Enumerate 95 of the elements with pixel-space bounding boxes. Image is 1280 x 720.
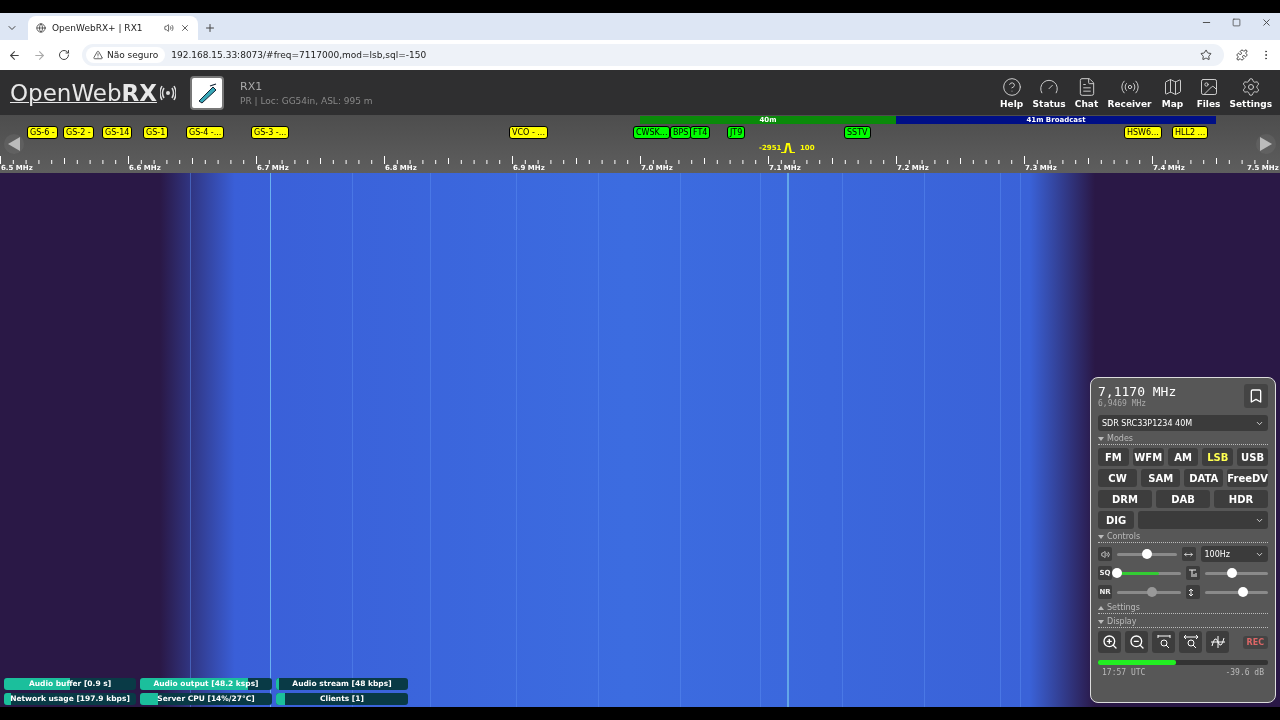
bookmark-tag[interactable]: FT4 [690,126,711,139]
bandwidth-icon [1181,547,1196,561]
zoom-band-button[interactable] [1152,631,1175,653]
site-icon [36,23,46,33]
mode-button[interactable]: SAM [1141,469,1181,487]
bookmark-tag[interactable]: GS-1 [143,126,169,139]
mode-button[interactable]: DATA [1184,469,1224,487]
mode-button[interactable]: USB [1237,448,1268,466]
bookmark-tag[interactable]: GS-2 - [63,126,94,139]
scroll-left-button[interactable] [4,134,24,154]
spectrum-button[interactable] [1206,631,1229,653]
receiver-name: RX1 [240,79,264,93]
zoom-in-icon [1101,634,1118,650]
help-icon [1001,76,1022,97]
nav-button[interactable]: Receiver [1105,76,1154,109]
zoom-out-icon [1128,634,1145,650]
profile-select[interactable]: SDR SRC33P1234 40M [1098,415,1268,431]
slider-thumb[interactable] [1112,567,1122,578]
tab-title: OpenWebRX+ | RX1 [52,23,144,33]
slider-thumb[interactable] [1227,567,1238,578]
offset-frequency: 6,9469 MHz [1098,399,1148,408]
bookmark-tag[interactable]: GS-3 -... [251,126,290,139]
new-tab-icon[interactable] [204,22,216,34]
section-title[interactable]: Modes [1098,434,1268,445]
security-label: Não seguro [107,50,159,60]
wave-icon [1209,634,1226,650]
slider-thumb[interactable] [1237,586,1248,597]
mode-button[interactable]: AM [1167,448,1199,466]
section-title[interactable]: Display [1098,617,1268,628]
bookmark-tag[interactable]: HLL2 ... [1172,126,1209,139]
reload-icon[interactable] [58,49,70,61]
map-icon [1162,76,1183,97]
extensions-icon[interactable] [1236,49,1248,61]
zoom-out-button[interactable] [1125,631,1148,653]
bandwidth-select[interactable]: 100Hz [1200,546,1268,562]
passband-icon[interactable] [781,143,795,153]
slider-thumb[interactable] [1141,548,1152,559]
warning-icon [93,50,103,60]
mode-button[interactable]: HDR [1214,490,1268,508]
bookmark-tag[interactable]: GS-14 [102,126,133,139]
star-icon[interactable] [1200,49,1212,61]
radio-waves-icon [160,83,177,102]
time-label: 17:57 UTC [1102,668,1146,677]
restore-icon[interactable] [1232,17,1241,28]
zoom-fit-button[interactable] [1179,631,1202,653]
mode-button[interactable]: WFM [1132,448,1164,466]
bookmark-icon [1248,388,1264,404]
bookmark-tag[interactable]: GS-6 - [27,126,58,139]
mode-button[interactable]: DRM [1098,490,1152,508]
mode-button[interactable]: FM [1098,448,1129,466]
bookmark-tag[interactable]: GS-4 -... [186,126,225,139]
url-text: 192.168.15.33:8073/#freq=7117000,mod=lsb,sql=-150 [171,50,427,60]
bookmark-tag[interactable]: HSW6... [1124,126,1162,139]
logo: OpenWebRX [10,79,177,106]
tune-icon [1185,566,1200,580]
mode-button[interactable]: LSB [1202,448,1234,466]
bookmark-tag[interactable]: VCO - ... [509,126,548,139]
scroll-right-button[interactable] [1256,134,1276,154]
nav-button[interactable]: Map [1155,76,1190,109]
bookmark-tag[interactable]: BPS [670,126,692,139]
agc-icon [1185,585,1200,599]
nav-button[interactable]: Status [1030,76,1068,109]
security-chip[interactable]: Não seguro [86,47,166,63]
close-icon[interactable] [1261,17,1272,28]
nav-button[interactable]: Files [1191,76,1226,109]
zoom-in-button[interactable] [1098,631,1121,653]
mode-button[interactable]: CW [1098,469,1138,487]
knife-icon [196,81,219,104]
bookmark-tag[interactable]: SSTV [844,126,871,139]
nav-button[interactable]: Chat [1069,76,1104,109]
speaker-icon[interactable] [164,23,174,33]
mode-button[interactable]: DIG [1098,511,1134,529]
bookmark-tag[interactable]: JT9 [727,126,746,139]
bookmark-button[interactable] [1244,384,1268,408]
address-field[interactable]: Não seguro 192.168.15.33:8073/#freq=7117000,mod=lsb,sql=-150 [82,44,1224,66]
settings-icon [1240,76,1261,97]
section-title[interactable]: Controls [1098,532,1268,543]
mode-button[interactable]: DAB [1156,490,1210,508]
zoom-fit-icon [1182,634,1199,650]
volume-icon [1098,547,1112,561]
close-icon[interactable] [180,23,190,33]
bookmark-tag[interactable]: CWSK... [633,126,671,139]
zoom-band-icon [1155,634,1172,650]
browser-tab[interactable]: OpenWebRX+ | RX1 [28,16,198,40]
nav-button[interactable]: Help [994,76,1029,109]
right-arrow-icon [1260,137,1272,151]
left-arrow-icon [8,137,20,151]
mode-button[interactable]: FreeDV [1227,469,1268,487]
image-icon [1198,76,1219,97]
nav-button[interactable]: Settings [1227,76,1274,109]
signal-reading: -39.6 dB [1225,668,1264,677]
frequency-display[interactable]: 7,1170 MHz [1098,384,1177,399]
back-icon[interactable] [8,48,21,62]
receiver-details: PR | Loc: GG54in, ASL: 995 m [240,95,373,106]
section-title[interactable]: Settings [1098,603,1268,614]
